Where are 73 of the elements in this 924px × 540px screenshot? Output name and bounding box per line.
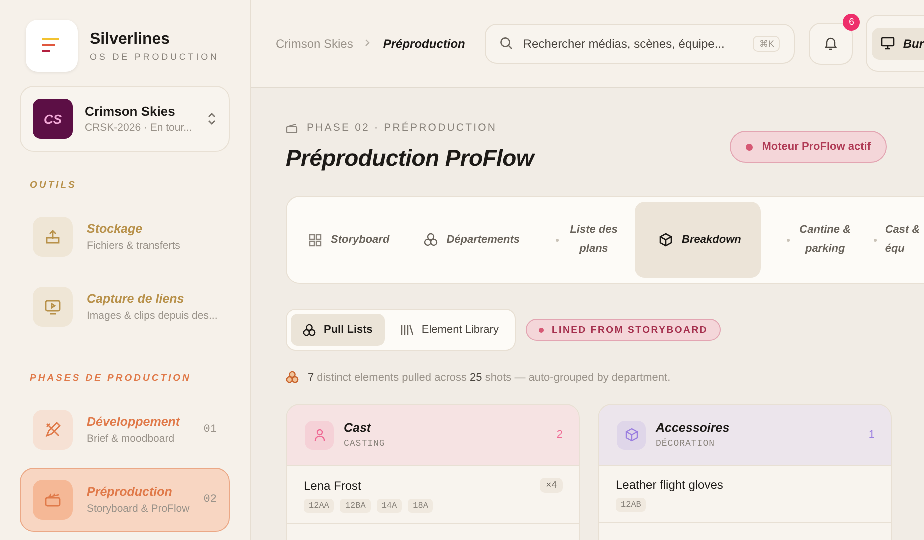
search-input[interactable]: Rechercher médias, scènes, équipe... xyxy=(523,36,744,50)
shot-tag: 12AB xyxy=(616,498,646,512)
bell-icon xyxy=(824,36,838,51)
tab[interactable]: Breakdown xyxy=(635,202,762,278)
circles-icon xyxy=(303,324,316,336)
search-icon xyxy=(500,37,514,50)
monitor-icon xyxy=(881,37,896,50)
item-subtitle: Brief & moodboard xyxy=(87,433,176,445)
clapperboard-icon xyxy=(286,122,298,134)
phase-number: 01 xyxy=(204,424,217,436)
project-meta: CRSK-2026 · En tour... xyxy=(85,122,194,134)
project-name: Crimson Skies xyxy=(85,104,176,119)
dot-icon xyxy=(556,238,560,242)
circles-icon xyxy=(424,233,438,247)
status-pill: Moteur ProFlow actif xyxy=(730,131,887,163)
section-label: OUTILS xyxy=(30,180,77,191)
phase-number: 02 xyxy=(204,494,217,506)
item-subtitle: Fichiers & transferts xyxy=(87,240,182,252)
grid-icon xyxy=(309,234,322,246)
element-count: 1 xyxy=(868,429,875,441)
item-title: Capture de liens xyxy=(87,292,186,306)
tab[interactable]: Liste des plans xyxy=(565,202,624,278)
tab[interactable]: Cast & équ xyxy=(883,202,924,278)
department-category: CASTING xyxy=(344,439,386,449)
element-name: Leather flight gloves xyxy=(616,478,724,492)
element-count: 2 xyxy=(556,429,563,441)
circles-icon xyxy=(286,371,299,384)
project-avatar: CS xyxy=(33,99,73,139)
shortcut-hint: ⌘K xyxy=(753,36,780,52)
brand-tagline: OS DE PRODUCTION xyxy=(90,52,220,62)
element-name: Lena Frost xyxy=(304,478,362,492)
element-row[interactable]: Leather flight gloves 12AB xyxy=(599,466,891,523)
tab[interactable]: Cantine & parking xyxy=(796,202,854,278)
phase-label: PHASE 02 · PRÉPRODUCTION xyxy=(307,122,498,134)
person-icon xyxy=(305,420,334,450)
monitor-play-icon xyxy=(44,298,62,316)
usage-count: ×4 xyxy=(540,478,563,493)
notification-badge: 6 xyxy=(843,14,860,30)
pencil-ruler-icon xyxy=(44,421,62,439)
upload-icon xyxy=(44,228,62,246)
shot-tag: 12BA xyxy=(340,499,371,513)
source-badge: LINED FROM STORYBOARD xyxy=(526,319,722,341)
item-subtitle: Images & clips depuis des... xyxy=(87,310,218,322)
search-field[interactable]: Rechercher médias, scènes, équipe... ⌘K xyxy=(485,24,796,64)
dot-icon xyxy=(787,238,790,242)
logo-icon xyxy=(26,20,78,72)
department-name: Accessoires xyxy=(656,421,731,435)
view-tab[interactable]: Element Library xyxy=(388,314,511,346)
cube-icon xyxy=(617,420,646,450)
shot-tag: 12AA xyxy=(304,499,334,513)
books-icon xyxy=(400,324,414,336)
shot-tag: 18A xyxy=(408,499,434,513)
department-category: DÉCORATION xyxy=(656,439,716,449)
project-switcher[interactable]: CS Crimson Skies CRSK-2026 · En tour... xyxy=(20,86,230,152)
box-icon xyxy=(659,233,674,247)
clapperboard-icon xyxy=(44,491,62,509)
page-title: Préproduction ProFlow xyxy=(286,145,536,172)
item-title: Développement xyxy=(87,415,182,429)
brand-name: Silverlines xyxy=(90,30,172,48)
section-label: PHASES DE PRODUCTION xyxy=(30,373,192,384)
item-subtitle: Storyboard & ProFlow xyxy=(87,503,190,515)
item-title: Stockage xyxy=(87,222,144,236)
tab[interactable]: Storyboard xyxy=(293,202,406,278)
dot-icon xyxy=(874,238,878,242)
element-row[interactable]: Lena Frost ×4 12AA 12BA 14A 18A xyxy=(287,466,579,524)
item-title: Préproduction xyxy=(87,485,174,499)
breadcrumb-current: Préproduction xyxy=(383,36,466,50)
summary-text: 7 distinct elements pulled across 25 shots — auto-grouped by department. xyxy=(308,372,671,384)
shot-tag: 14A xyxy=(376,499,402,513)
view-tab[interactable]: Pull Lists xyxy=(291,314,385,346)
chevron-up-down-icon xyxy=(207,112,217,126)
tab[interactable]: Départements xyxy=(408,202,536,278)
department-name: Cast xyxy=(344,421,372,435)
